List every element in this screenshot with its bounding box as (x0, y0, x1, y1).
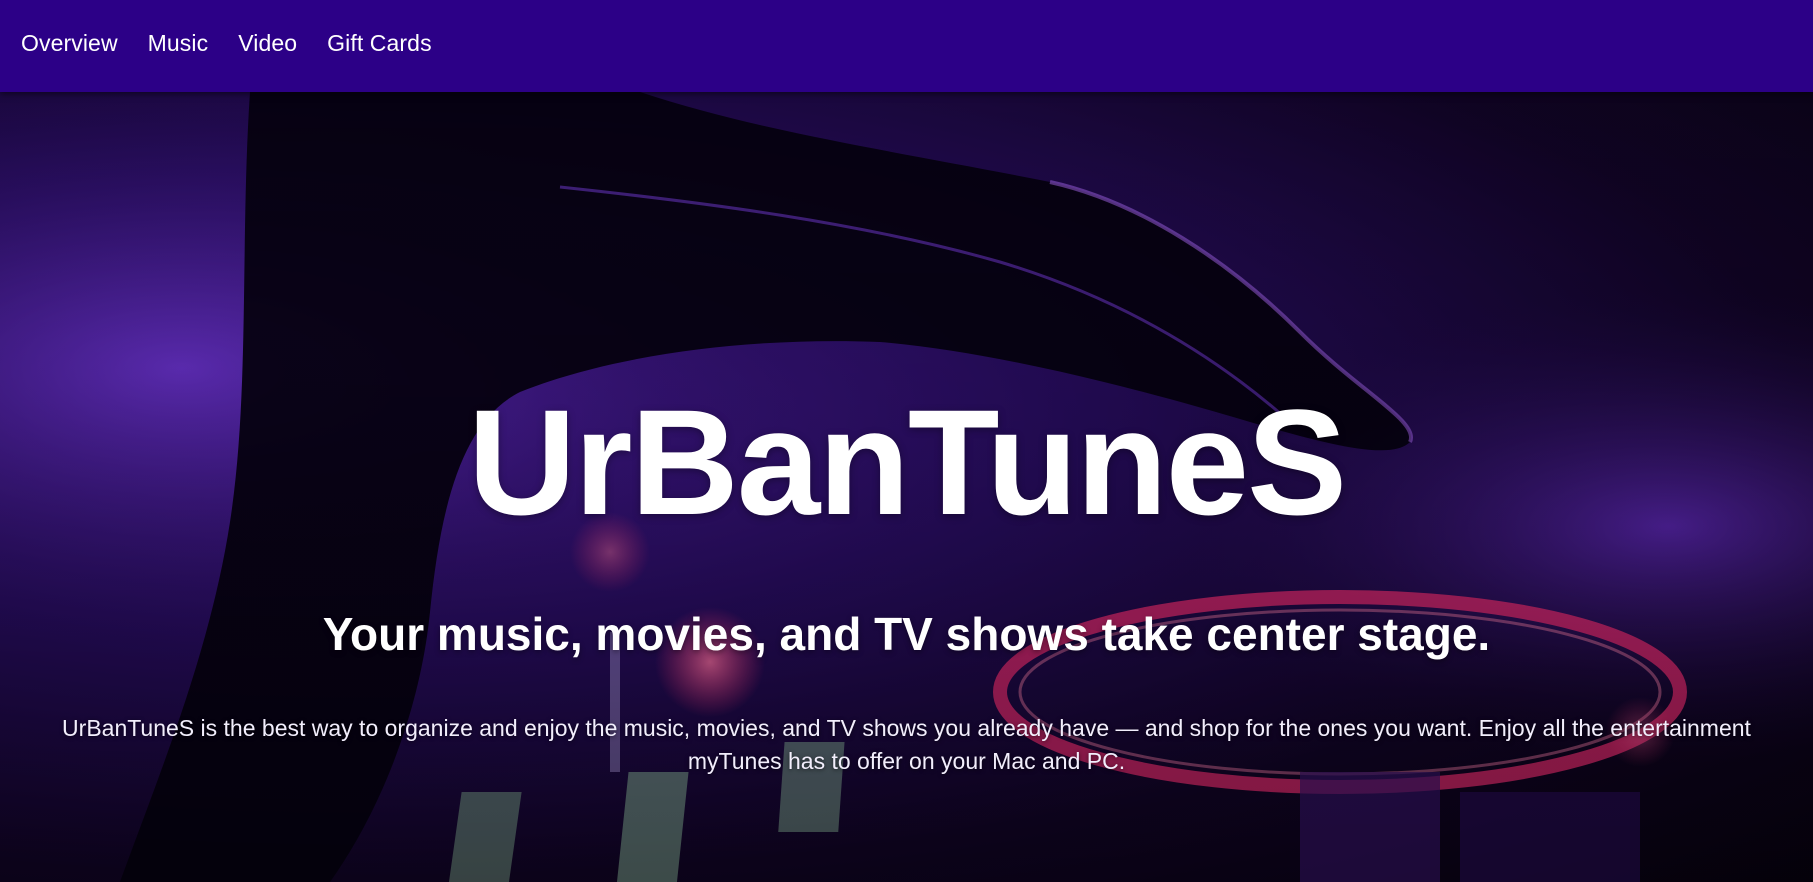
nav-link-gift-cards[interactable]: Gift Cards (327, 30, 432, 57)
page: Overview Music Video Gift Cards UrBanTun… (0, 0, 1813, 882)
nav-links: Overview Music Video Gift Cards (21, 0, 432, 86)
hero-title: UrBanTuneS (467, 378, 1347, 546)
nav-link-video[interactable]: Video (238, 30, 297, 57)
hero-subtitle: Your music, movies, and TV shows take ce… (322, 608, 1491, 660)
hero-description: UrBanTuneS is the best way to organize a… (62, 715, 1751, 774)
top-navbar: Overview Music Video Gift Cards (0, 0, 1813, 92)
hero-section: UrBanTuneS Your music, movies, and TV sh… (0, 92, 1813, 882)
nav-link-music[interactable]: Music (148, 30, 209, 57)
nav-link-overview[interactable]: Overview (21, 30, 118, 57)
